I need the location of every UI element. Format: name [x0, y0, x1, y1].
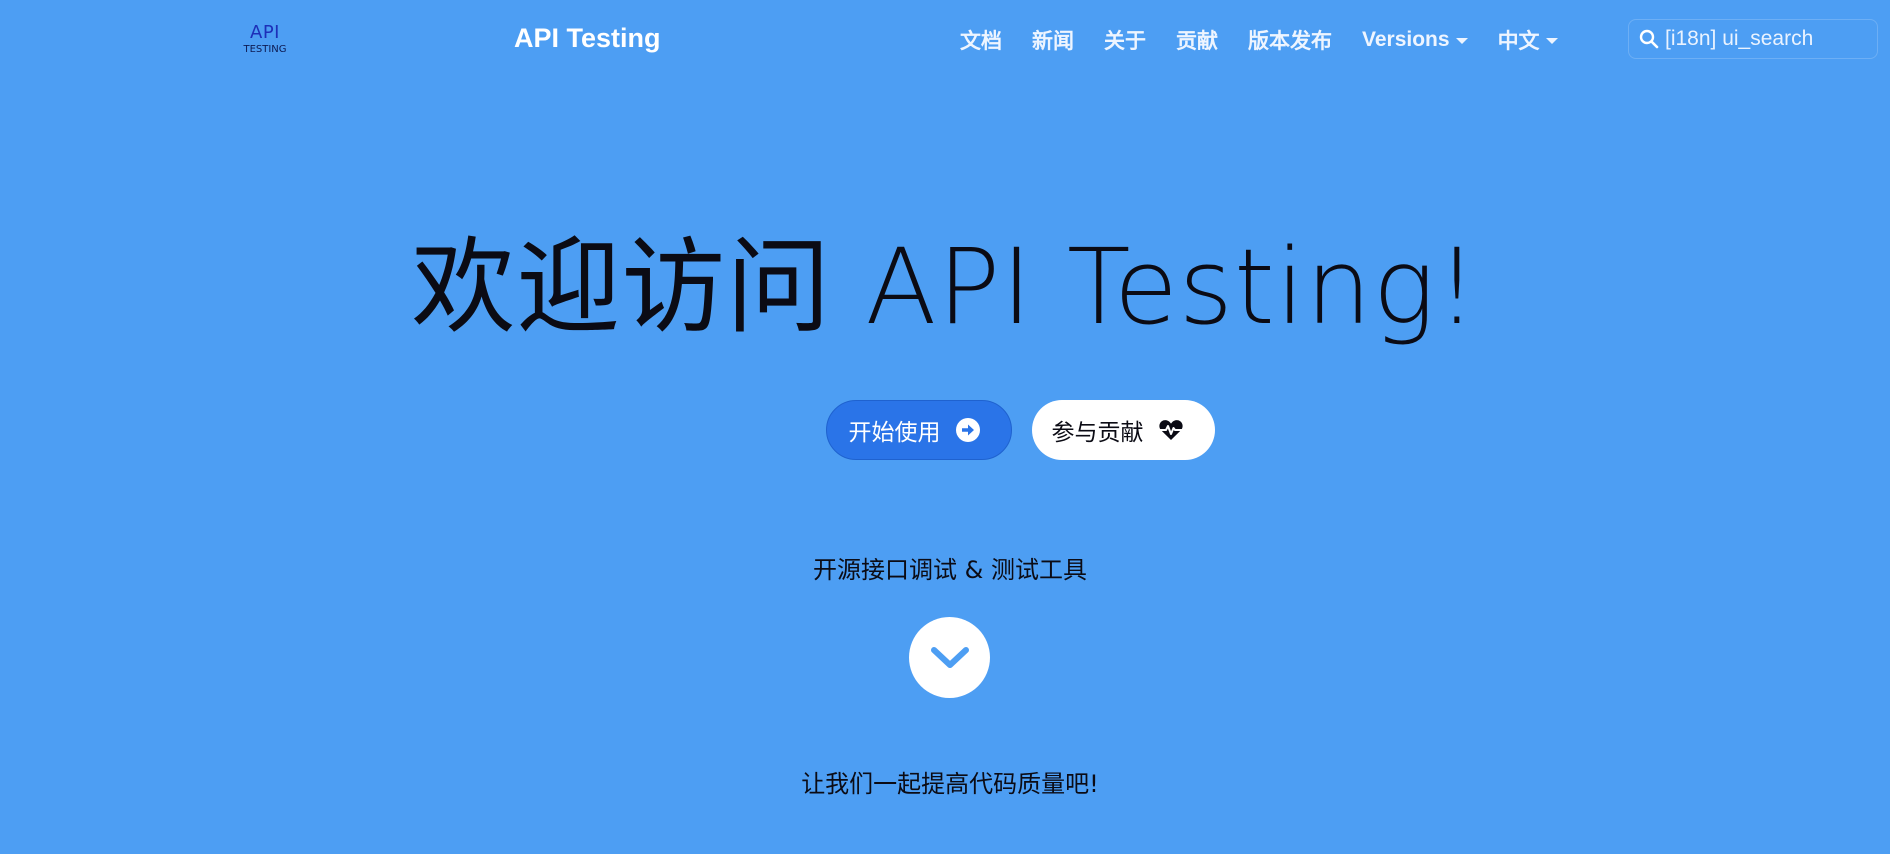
nav-item-news[interactable]: 新闻: [1032, 25, 1074, 55]
logo-line-1: API: [250, 22, 280, 43]
chevron-down-icon: [930, 646, 969, 668]
nav-item-docs[interactable]: 文档: [960, 25, 1002, 55]
contribute-button[interactable]: 参与贡献: [1031, 400, 1215, 460]
site-logo[interactable]: API TESTING: [236, 22, 294, 64]
nav-item-about[interactable]: 关于: [1104, 25, 1146, 55]
contribute-label: 参与贡献: [1051, 419, 1144, 445]
brand-title[interactable]: API Testing: [514, 20, 661, 56]
get-started-label: 开始使用: [848, 419, 941, 445]
navbar: API TESTING API Testing 文档 新闻 关于 贡献 版本发布…: [0, 0, 1890, 80]
nav-item-versions-label: Versions: [1362, 28, 1450, 51]
arrow-circle-right-icon: [955, 418, 980, 442]
hero-tagline: 开源接口调试 & 测试工具: [813, 556, 1087, 584]
search-box[interactable]: [1628, 19, 1878, 59]
hero-buttons: 开始使用 参与贡献: [0, 400, 1890, 460]
nav-item-versions-dropdown[interactable]: Versions: [1362, 28, 1468, 52]
get-started-button[interactable]: 开始使用: [825, 400, 1012, 460]
hero-footer-text: 让我们一起提高代码质量吧!: [801, 770, 1099, 798]
logo-line-2: TESTING: [243, 44, 287, 55]
scroll-down-button[interactable]: [909, 617, 990, 698]
nav-item-language-dropdown[interactable]: 中文: [1498, 25, 1558, 55]
main-nav: 文档 新闻 关于 贡献 版本发布 Versions 中文: [960, 20, 1588, 60]
caret-down-icon: [1455, 38, 1468, 44]
hero-title: 欢迎访问 API Testing!: [411, 226, 1479, 348]
heartbeat-icon: [1158, 420, 1183, 440]
nav-item-releases[interactable]: 版本发布: [1248, 25, 1332, 55]
search-icon: [1639, 29, 1659, 49]
nav-item-language-label: 中文: [1497, 29, 1540, 53]
nav-item-contribute[interactable]: 贡献: [1176, 25, 1218, 55]
search-input[interactable]: [1665, 27, 1865, 51]
caret-down-icon: [1545, 38, 1558, 44]
